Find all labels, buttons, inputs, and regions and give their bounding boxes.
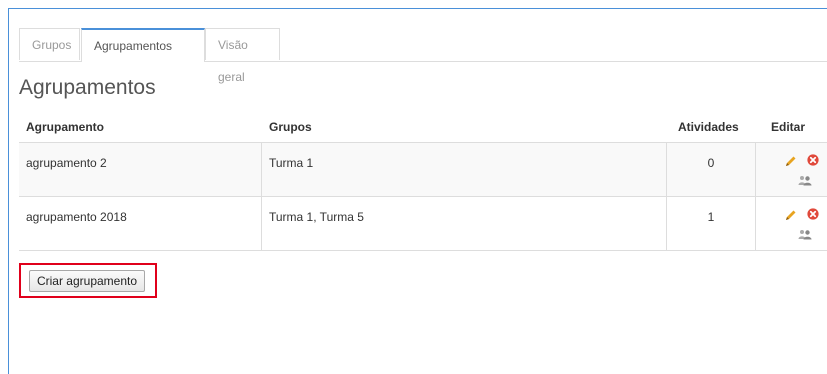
cell-agrupamento: agrupamento 2018 (19, 197, 262, 250)
tab-grupos[interactable]: Grupos (19, 28, 80, 60)
delete-icon[interactable] (807, 208, 819, 220)
create-grouping-button[interactable]: Criar agrupamento (29, 270, 145, 292)
table-row: agrupamento 2018 Turma 1, Turma 5 1 (19, 196, 827, 251)
header-editar: Editar (771, 120, 806, 134)
table-row: agrupamento 2 Turma 1 0 (19, 142, 827, 196)
cell-editar (756, 143, 827, 196)
header-grupos: Grupos (269, 120, 312, 134)
cell-atividades: 0 (667, 143, 756, 196)
cell-atividades: 1 (667, 197, 756, 250)
cell-grupos: Turma 1 (262, 143, 667, 196)
cell-editar (756, 197, 827, 250)
pencil-icon[interactable] (785, 209, 797, 221)
row-actions (785, 153, 825, 193)
header-agrupamento: Agrupamento (26, 120, 104, 134)
tab-bar: Grupos Agrupamentos Visão geral (19, 28, 827, 84)
tab-agrupamentos[interactable]: Agrupamentos (81, 28, 205, 62)
row-actions (785, 207, 825, 247)
table-header: Agrupamento Grupos Atividades Editar (19, 112, 827, 142)
users-icon[interactable] (798, 175, 812, 186)
users-icon[interactable] (798, 229, 812, 240)
pencil-icon[interactable] (785, 155, 797, 167)
delete-icon[interactable] (807, 154, 819, 166)
cell-grupos: Turma 1, Turma 5 (262, 197, 667, 250)
cell-agrupamento: agrupamento 2 (19, 143, 262, 196)
page-title: Agrupamentos (19, 76, 156, 99)
tab-visao-geral[interactable]: Visão geral (205, 28, 280, 84)
header-atividades: Atividades (678, 120, 739, 134)
